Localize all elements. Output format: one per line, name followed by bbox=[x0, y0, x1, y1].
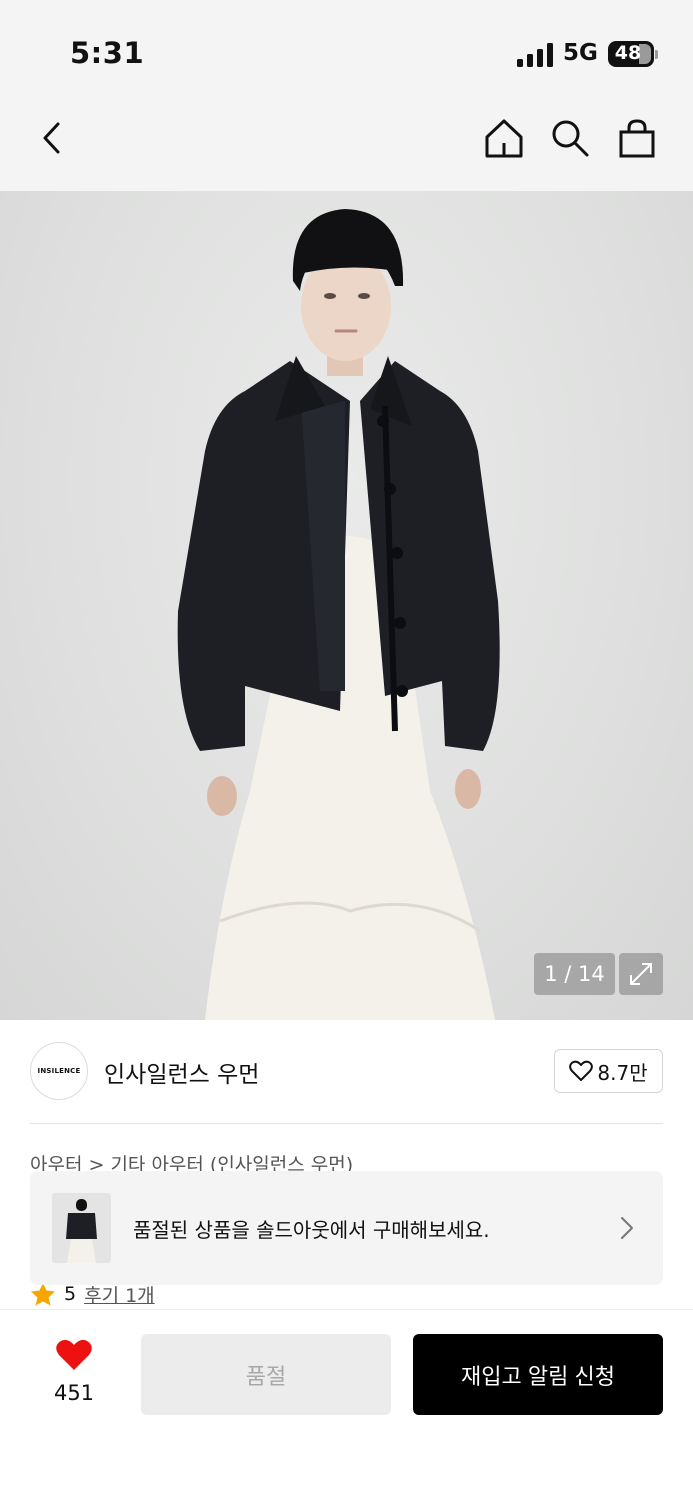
product-photo bbox=[177, 209, 500, 1020]
divider bbox=[30, 1123, 663, 1124]
brand-logo-text: INSILENCE bbox=[37, 1067, 81, 1075]
signal-strength-icon bbox=[517, 43, 555, 67]
nav-bar bbox=[0, 96, 693, 191]
back-button[interactable] bbox=[30, 116, 74, 160]
soldout-button[interactable]: 품절 bbox=[141, 1334, 391, 1415]
brand-logo[interactable]: INSILENCE bbox=[30, 1042, 88, 1100]
search-button[interactable] bbox=[548, 116, 592, 160]
network-label: 5G bbox=[563, 40, 598, 66]
chevron-right-icon bbox=[621, 1217, 633, 1239]
soldout-banner-text: 품절된 상품을 솔드아웃에서 구매해보세요. bbox=[133, 1218, 490, 1242]
star-icon bbox=[31, 1283, 55, 1306]
search-icon bbox=[552, 120, 589, 157]
heart-filled-icon bbox=[56, 1339, 92, 1370]
shopping-bag-icon bbox=[619, 119, 655, 158]
brand-like-button[interactable]: 8.7만 bbox=[554, 1049, 663, 1093]
status-time: 5:31 bbox=[70, 36, 145, 70]
expand-icon bbox=[630, 963, 652, 985]
brand-like-count: 8.7만 bbox=[597, 1060, 648, 1085]
heart-outline-icon bbox=[569, 1060, 594, 1081]
battery-icon: 48 bbox=[608, 41, 654, 67]
status-bar: 5:31 5G 48 bbox=[0, 0, 693, 96]
wishlist-count: 451 bbox=[53, 1381, 95, 1405]
product-image[interactable] bbox=[0, 191, 693, 1020]
brand-name[interactable]: 인사일런스 우먼 bbox=[104, 1055, 259, 1089]
soldout-banner[interactable]: 품절된 상품을 솔드아웃에서 구매해보세요. bbox=[30, 1171, 663, 1285]
home-button[interactable] bbox=[482, 116, 526, 160]
restock-alert-button[interactable]: 재입고 알림 신청 bbox=[413, 1334, 663, 1415]
banner-thumbnail bbox=[52, 1193, 111, 1263]
wishlist-button[interactable]: 451 bbox=[42, 1335, 106, 1407]
battery-level: 48 bbox=[614, 42, 642, 64]
rating-value: 5 bbox=[64, 1283, 77, 1305]
home-icon bbox=[485, 119, 523, 158]
cart-button[interactable] bbox=[615, 116, 659, 160]
chevron-left-icon bbox=[43, 122, 60, 154]
image-page-indicator: 1 / 14 bbox=[534, 953, 615, 995]
battery-cap bbox=[655, 50, 658, 59]
expand-image-button[interactable] bbox=[619, 953, 663, 995]
